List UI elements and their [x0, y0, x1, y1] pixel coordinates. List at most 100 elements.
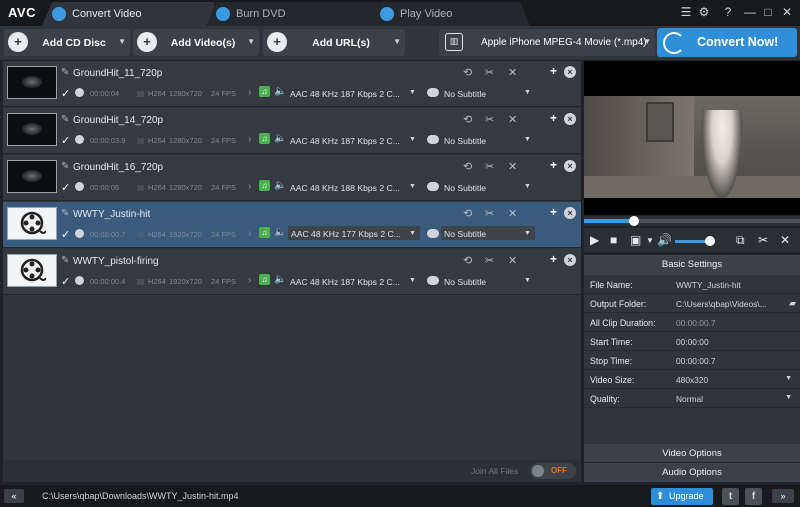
film-reel-icon[interactable]: [7, 207, 57, 240]
chevron-down-icon[interactable]: ▼: [646, 236, 654, 245]
subtitle-select[interactable]: No Subtitle: [444, 136, 534, 150]
setting-value[interactable]: 00:00:00: [676, 337, 786, 347]
chevron-down-icon[interactable]: ▼: [785, 394, 792, 401]
remove-icon[interactable]: ×: [564, 113, 576, 125]
scissors-icon[interactable]: ✂: [485, 207, 494, 220]
folder-icon[interactable]: ▰: [789, 298, 796, 309]
effects-icon[interactable]: ✕: [508, 66, 517, 79]
scissors-icon[interactable]: ✂: [485, 66, 494, 79]
chevron-down-icon[interactable]: ▼: [409, 136, 416, 143]
checkbox-checked-icon[interactable]: ✓: [61, 181, 70, 194]
audio-track-select[interactable]: AAC 48 KHz 188 Kbps 2 C...: [290, 183, 420, 197]
pencil-icon[interactable]: ✎: [61, 114, 69, 125]
settings-gear-icon[interactable]: ⚙: [696, 5, 712, 19]
remove-icon[interactable]: ×: [564, 207, 576, 219]
seek-bar[interactable]: [584, 216, 800, 226]
file-name[interactable]: WWTY_pistol-firing: [73, 256, 159, 267]
menu-icon[interactable]: ☰: [678, 5, 694, 19]
scissors-icon[interactable]: ✂: [485, 160, 494, 173]
video-thumbnail[interactable]: [7, 66, 57, 99]
setting-value[interactable]: Normal: [676, 394, 786, 404]
rotate-icon[interactable]: ⟲: [463, 254, 472, 267]
stop-icon[interactable]: ■: [610, 233, 617, 247]
tab-burn-dvd[interactable]: Burn DVD: [206, 2, 378, 26]
clone-icon[interactable]: ⧉: [736, 233, 745, 248]
subtitle-select[interactable]: No Subtitle: [444, 183, 534, 197]
twitter-icon[interactable]: t: [722, 488, 739, 505]
tab-convert-video[interactable]: Convert Video: [42, 2, 214, 26]
collapse-button[interactable]: «: [4, 489, 24, 503]
effects-icon[interactable]: ✕: [780, 233, 790, 247]
chevron-down-icon[interactable]: ▼: [409, 183, 416, 190]
remove-icon[interactable]: ×: [564, 160, 576, 172]
convert-now-button[interactable]: Convert Now!: [657, 28, 797, 57]
play-icon[interactable]: ▶: [590, 233, 599, 247]
video-thumbnail[interactable]: [7, 160, 57, 193]
subtitle-select[interactable]: No Subtitle: [444, 89, 534, 103]
audio-track-select[interactable]: AAC 48 KHz 177 Kbps 2 C...: [288, 226, 420, 240]
chevron-down-icon[interactable]: ▼: [524, 183, 531, 190]
basic-settings-header[interactable]: Basic Settings: [584, 255, 800, 275]
pencil-icon[interactable]: ✎: [61, 161, 69, 172]
add-icon[interactable]: +: [550, 64, 557, 78]
file-row[interactable]: ✎ GroundHit_14_720p ⟲ ✂ ✕ + × ✓ 00:00:03…: [3, 108, 581, 154]
volume-icon[interactable]: 🔊: [657, 233, 672, 247]
audio-track-select[interactable]: AAC 48 KHz 187 Kbps 2 C...: [290, 136, 420, 150]
chevron-down-icon[interactable]: ▼: [524, 89, 531, 96]
scissors-icon[interactable]: ✂: [758, 233, 768, 247]
add-icon[interactable]: +: [550, 205, 557, 219]
scissors-icon[interactable]: ✂: [485, 254, 494, 267]
pencil-icon[interactable]: ✎: [61, 208, 69, 219]
video-thumbnail[interactable]: [7, 113, 57, 146]
chevron-down-icon[interactable]: ▼: [524, 136, 531, 143]
rotate-icon[interactable]: ⟲: [463, 66, 472, 79]
video-preview[interactable]: [584, 61, 800, 215]
setting-value[interactable]: WWTY_Justin-hit: [676, 280, 786, 290]
subtitle-select[interactable]: No Subtitle: [444, 277, 534, 291]
effects-icon[interactable]: ✕: [508, 160, 517, 173]
setting-value[interactable]: C:\Users\qbap\Videos\...: [676, 299, 786, 309]
effects-icon[interactable]: ✕: [508, 254, 517, 267]
pencil-icon[interactable]: ✎: [61, 67, 69, 78]
add-icon[interactable]: +: [550, 252, 557, 266]
rotate-icon[interactable]: ⟲: [463, 207, 472, 220]
chevron-down-icon[interactable]: ▼: [524, 230, 531, 237]
checkbox-checked-icon[interactable]: ✓: [61, 275, 70, 288]
volume-handle[interactable]: [704, 236, 715, 246]
film-reel-icon[interactable]: [7, 254, 57, 287]
chevron-down-icon[interactable]: ▼: [409, 89, 416, 96]
file-row[interactable]: ✎ WWTY_pistol-firing ⟲ ✂ ✕ + × ✓ 00:00:0…: [3, 249, 581, 295]
setting-value[interactable]: 480x320: [676, 375, 786, 385]
tab-play-video[interactable]: Play Video: [370, 2, 530, 26]
add-cd-disc-button[interactable]: + Add CD Disc ▼: [4, 29, 130, 56]
file-name[interactable]: GroundHit_11_720p: [73, 68, 162, 79]
effects-icon[interactable]: ✕: [508, 113, 517, 126]
checkbox-checked-icon[interactable]: ✓: [61, 134, 70, 147]
checkbox-checked-icon[interactable]: ✓: [61, 228, 70, 241]
output-profile-select[interactable]: ▥ Apple iPhone MPEG-4 Movie (*.mp4) ▼: [439, 29, 655, 56]
facebook-icon[interactable]: f: [745, 488, 762, 505]
rotate-icon[interactable]: ⟲: [463, 160, 472, 173]
close-button[interactable]: ✕: [779, 5, 795, 19]
file-name[interactable]: WWTY_Justin-hit: [73, 209, 150, 220]
chevron-down-icon[interactable]: ▼: [409, 230, 416, 237]
rotate-icon[interactable]: ⟲: [463, 113, 472, 126]
add-urls-button[interactable]: + Add URL(s) ▼: [263, 29, 405, 56]
audio-options-button[interactable]: Audio Options: [584, 463, 800, 482]
audio-track-select[interactable]: AAC 48 KHz 187 Kbps 2 C...: [290, 89, 420, 103]
file-row[interactable]: ✎ WWTY_Justin-hit ⟲ ✂ ✕ + × ✓ 00:00:00.7…: [3, 202, 581, 248]
file-name[interactable]: GroundHit_16_720p: [73, 162, 163, 173]
upgrade-button[interactable]: ⬆ Upgrade: [651, 488, 713, 505]
effects-icon[interactable]: ✕: [508, 207, 517, 220]
chevron-down-icon[interactable]: ▼: [785, 375, 792, 382]
subtitle-select[interactable]: No Subtitle: [441, 226, 535, 240]
minimize-button[interactable]: —: [742, 5, 758, 19]
pencil-icon[interactable]: ✎: [61, 255, 69, 266]
join-toggle[interactable]: OFF: [530, 463, 576, 479]
chevron-down-icon[interactable]: ▼: [393, 37, 401, 46]
maximize-button[interactable]: □: [760, 5, 776, 19]
chevron-down-icon[interactable]: ▼: [118, 37, 126, 46]
expand-button[interactable]: »: [772, 489, 794, 503]
audio-track-select[interactable]: AAC 48 KHz 187 Kbps 2 C...: [290, 277, 420, 291]
add-videos-button[interactable]: + Add Video(s) ▼: [133, 29, 259, 56]
